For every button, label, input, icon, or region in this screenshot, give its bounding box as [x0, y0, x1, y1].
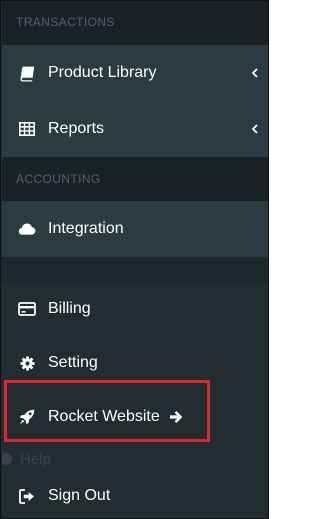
book-icon [18, 64, 36, 82]
section-header-label: ACCOUNTING [16, 172, 101, 186]
chevron-left-icon [250, 67, 260, 79]
sidebar: TRANSACTIONS Product Library Reports ACC… [0, 0, 269, 519]
sidebar-item-integration[interactable]: Integration [2, 201, 268, 257]
sidebar-item-help[interactable]: Help [2, 449, 62, 469]
sidebar-item-label: Sign Out [48, 487, 111, 504]
section-header-label: TRANSACTIONS [16, 15, 115, 29]
sidebar-item-label: Setting [48, 354, 98, 371]
sidebar-item-setting[interactable]: Setting [2, 337, 268, 389]
menu-divider [2, 257, 268, 283]
sign-out-icon [18, 487, 36, 505]
sidebar-item-label: Billing [48, 300, 91, 317]
credit-card-icon [18, 300, 36, 318]
sidebar-item-sign-out[interactable]: Sign Out [2, 471, 268, 518]
sidebar-item-label: Integration [48, 220, 124, 237]
sidebar-item-label: Rocket Website [48, 408, 160, 425]
sidebar-item-rocket-website[interactable]: Rocket Website [2, 391, 268, 443]
table-icon [18, 120, 36, 138]
gear-icon [18, 354, 36, 372]
chevron-left-icon [250, 123, 260, 135]
sidebar-item-product-library[interactable]: Product Library [2, 45, 268, 101]
arrow-right-icon [169, 410, 184, 424]
question-circle-icon [2, 452, 16, 466]
rocket-icon [18, 408, 36, 426]
section-header-transactions: TRANSACTIONS [2, 1, 268, 45]
cloud-icon [18, 220, 36, 238]
sidebar-item-label: Reports [48, 120, 105, 137]
sidebar-item-reports[interactable]: Reports [2, 101, 268, 157]
section-header-accounting: ACCOUNTING [2, 157, 268, 201]
sidebar-item-label: Help [20, 450, 51, 468]
sidebar-item-label: Product Library [48, 64, 157, 81]
sidebar-item-billing[interactable]: Billing [2, 283, 268, 335]
